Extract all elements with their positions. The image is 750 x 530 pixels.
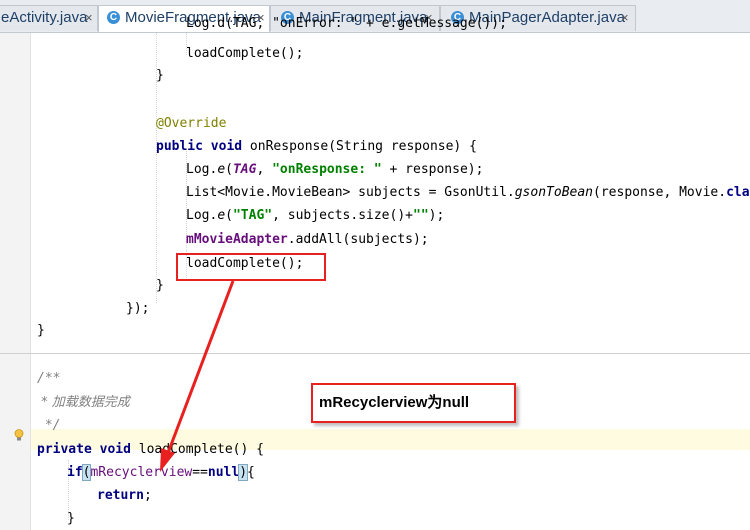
class-icon: C bbox=[107, 11, 120, 24]
tab-label: eActivity.java bbox=[1, 9, 88, 26]
code-line: public void onResponse(String response) … bbox=[156, 139, 477, 154]
code-line: Log.d(TAG, "onError: " + e.getMessage())… bbox=[186, 16, 507, 31]
code-line: } bbox=[156, 68, 164, 83]
annotation-callout: mRecyclerview为null bbox=[311, 383, 516, 423]
tab-eactivity[interactable]: eActivity.java × bbox=[0, 5, 98, 31]
code-line: return; bbox=[97, 488, 152, 503]
code-line: if(mRecyclerview==null){ bbox=[67, 464, 255, 481]
highlight-box bbox=[176, 253, 326, 281]
code-line: private void loadComplete() { bbox=[37, 442, 264, 457]
editor-gutter bbox=[0, 33, 31, 530]
code-line: mMovieAdapter.addAll(subjects); bbox=[186, 232, 429, 247]
code-line: } bbox=[37, 323, 45, 338]
code-comment: * 加载数据完成 bbox=[37, 395, 130, 410]
code-line: loadComplete(); bbox=[186, 46, 304, 61]
lightbulb-icon[interactable] bbox=[14, 429, 24, 441]
code-line: @Override bbox=[156, 116, 227, 131]
close-icon[interactable]: × bbox=[621, 10, 629, 25]
code-line: Log.e(TAG, "onResponse: " + response); bbox=[186, 162, 484, 177]
method-separator bbox=[0, 353, 750, 354]
code-line: } bbox=[67, 511, 75, 526]
close-icon[interactable]: × bbox=[85, 10, 93, 25]
code-comment: /** bbox=[37, 371, 61, 386]
code-line: }); bbox=[126, 301, 150, 316]
code-line: } bbox=[156, 278, 164, 293]
code-line: List<Movie.MovieBean> subjects = GsonUti… bbox=[186, 185, 750, 200]
code-comment: */ bbox=[37, 418, 61, 433]
code-line: Log.e("TAG", subjects.size()+""); bbox=[186, 208, 445, 223]
